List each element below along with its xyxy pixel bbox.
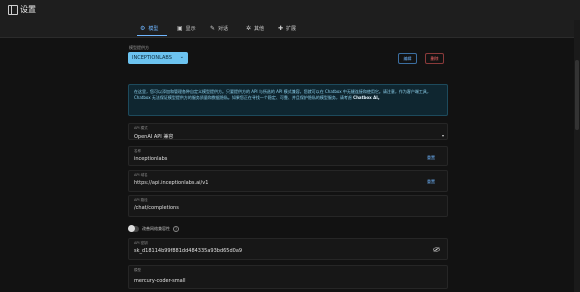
api-path-field[interactable]: API 路径 /chat/completions <box>128 195 448 217</box>
dropdown-arrow-icon: ▾ <box>441 133 444 138</box>
tab-label: 模型 <box>148 26 159 32</box>
field-value: inceptionlabs <box>134 156 168 162</box>
settings-icon <box>8 5 18 15</box>
delete-button[interactable]: 删除 <box>425 53 444 64</box>
field-value: OpenAI API 兼容 <box>134 134 174 140</box>
name-field[interactable]: 名称 inceptionlabs 重置 <box>128 146 448 166</box>
field-label: 名称 <box>134 149 141 153</box>
eye-off-icon[interactable] <box>433 247 440 252</box>
provider-selected-value: INCEPTIONLABS <box>132 55 172 61</box>
gear-icon: ✲ <box>246 25 252 32</box>
field-label: API 密钥 <box>134 241 148 245</box>
tab-label: 其他 <box>254 26 265 32</box>
field-label: API 路径 <box>134 198 148 202</box>
field-value: https://api.inceptionlabs.ai/v1 <box>134 180 209 186</box>
field-value: /chat/completions <box>134 205 179 211</box>
field-label: API 域名 <box>134 173 148 177</box>
title-bar: 设置 <box>0 0 580 20</box>
toggle-label: 改善网络兼容性 <box>142 226 170 231</box>
chevron-down-icon: ⌄ <box>179 54 184 60</box>
page-title: 设置 <box>20 5 36 14</box>
tab-bar: ⚙ 模型 ▣ 显示 ✎ 对话 ✲ 其他 ✚ 扩展 <box>0 20 580 38</box>
help-icon[interactable]: ? <box>173 226 179 232</box>
field-label: 模型 <box>134 268 141 272</box>
api-mode-select[interactable]: API 模式 OpenAI API 兼容 ▾ <box>128 123 448 140</box>
provider-label: 模型提供方 <box>129 45 149 50</box>
edit-button[interactable]: 编辑 <box>398 53 417 64</box>
tab-extensions[interactable]: ✚ 扩展 <box>278 22 296 35</box>
model-field[interactable]: 模型 mercury-coder-small <box>128 265 448 289</box>
notice-highlight: Chatbox AI。 <box>353 95 382 100</box>
scrollbar[interactable] <box>574 20 580 292</box>
api-host-field[interactable]: API 域名 https://api.inceptionlabs.ai/v1 重… <box>128 170 448 192</box>
field-value: mercury-coder-small <box>134 278 186 284</box>
tab-display[interactable]: ▣ 显示 <box>177 22 196 35</box>
scroll-thumb[interactable] <box>575 60 579 130</box>
network-compat-toggle-row: 改善网络兼容性 ? <box>128 224 179 234</box>
name-reset-button[interactable]: 重置 <box>427 155 435 161</box>
tab-label: 对话 <box>218 26 229 32</box>
field-label: API 模式 <box>134 126 148 130</box>
notice-text: 在这里，您可以添加和管理各种自定义模型提供方。只要提供方的 API 与所选的 A… <box>134 89 431 100</box>
field-value: sk_d18114b99f881dd484335a93bd65d0a9 <box>134 248 243 254</box>
chat-icon: ✎ <box>210 25 216 32</box>
tab-chat[interactable]: ✎ 对话 <box>210 22 228 35</box>
provider-select[interactable]: INCEPTIONLABS ⌄ <box>128 52 188 64</box>
tab-model[interactable]: ⚙ 模型 <box>140 22 158 35</box>
puzzle-icon: ✚ <box>278 25 284 32</box>
tab-other[interactable]: ✲ 其他 <box>246 22 264 35</box>
tab-label: 显示 <box>185 26 196 32</box>
network-compat-switch[interactable] <box>128 225 139 232</box>
api-key-field[interactable]: API 密钥 sk_d18114b99f881dd484335a93bd65d0… <box>128 238 448 260</box>
provider-notice: 在这里，您可以添加和管理各种自定义模型提供方。只要提供方的 API 与所选的 A… <box>128 84 448 116</box>
tab-label: 扩展 <box>286 26 297 32</box>
display-icon: ▣ <box>177 25 183 32</box>
active-tab-indicator <box>137 35 167 36</box>
api-host-reset-button[interactable]: 重置 <box>427 179 435 185</box>
model-icon: ⚙ <box>140 25 146 32</box>
